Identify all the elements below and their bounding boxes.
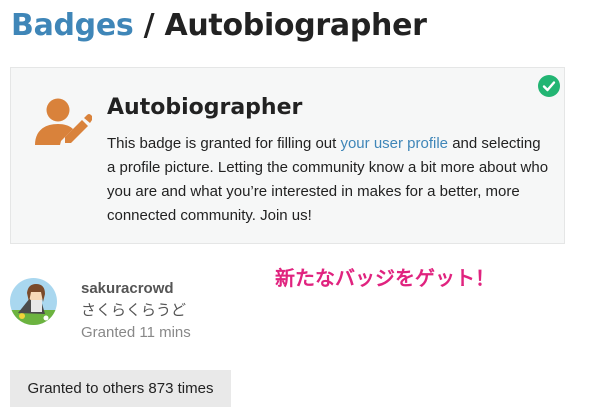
granted-to-others-button[interactable]: Granted to others 873 times <box>10 370 231 407</box>
avatar[interactable] <box>10 278 57 325</box>
badge-card: Autobiographer This badge is granted for… <box>10 67 565 244</box>
grant-full-name: さくらくらうど <box>81 301 187 319</box>
breadcrumb-separator: / <box>143 8 155 43</box>
grant-time: Granted 11 mins <box>81 324 191 341</box>
user-profile-link[interactable]: your user profile <box>340 135 448 152</box>
description-text: This badge is granted for filling out <box>107 135 341 152</box>
check-circle-icon <box>538 75 560 97</box>
page-title: Badges / Autobiographer <box>11 8 427 43</box>
grant-username[interactable]: sakuracrowd <box>81 280 174 297</box>
badge-description: This badge is granted for filling out yo… <box>107 132 552 228</box>
breadcrumb-badges-link[interactable]: Badges <box>11 8 134 43</box>
overlay-caption: 新たなバッジをゲット！ <box>275 266 495 290</box>
badge-name: Autobiographer <box>107 95 303 120</box>
breadcrumb-current: Autobiographer <box>164 8 427 43</box>
user-edit-icon <box>35 98 92 145</box>
